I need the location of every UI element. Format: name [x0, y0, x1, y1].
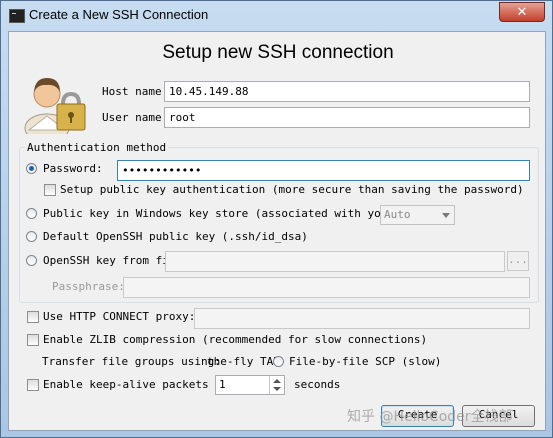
http-proxy-label: Use HTTP CONNECT proxy: [43, 310, 196, 323]
title-bar[interactable]: Create a New SSH Connection ✕ [1, 1, 553, 31]
http-proxy-input[interactable] [194, 308, 530, 329]
keystore-select-value: Auto [384, 208, 411, 221]
password-radio[interactable] [26, 163, 37, 174]
openssh-file-radio[interactable] [26, 255, 37, 266]
browse-button[interactable]: ... [507, 251, 529, 271]
zlib-label: Enable ZLIB compression (recommended for… [43, 333, 428, 346]
terminal-app-icon [9, 9, 25, 23]
user-name-label: User name: [102, 111, 169, 124]
dialog-body: Setup new SSH connection Host name: 10.4… [8, 31, 546, 431]
host-name-label: Host name: [102, 85, 169, 98]
http-proxy-checkbox[interactable] [27, 311, 39, 323]
spinner-arrows[interactable] [269, 376, 284, 394]
transfer-scp-radio[interactable] [273, 356, 284, 367]
default-openssh-radio[interactable] [26, 231, 37, 242]
watermark-text: 知乎 @HelloCoder全栈部 [347, 409, 513, 425]
transfer-label: Transfer file groups using: [42, 355, 221, 368]
spin-up-icon[interactable] [273, 379, 281, 383]
user-name-input[interactable]: root [164, 107, 530, 128]
passphrase-input[interactable] [123, 277, 530, 298]
host-name-input[interactable]: 10.45.149.88 [164, 81, 530, 102]
user-lock-icon [24, 78, 86, 134]
seconds-label: seconds [294, 378, 341, 391]
close-button[interactable]: ✕ [499, 2, 545, 22]
password-input[interactable]: •••••••••••• [117, 160, 530, 181]
keepalive-checkbox[interactable] [27, 379, 39, 391]
openssh-file-input[interactable] [165, 251, 505, 272]
dialog-heading: Setup new SSH connection [162, 42, 394, 63]
keepalive-label: Enable keep-alive packets eve [43, 378, 215, 391]
transfer-fly-label[interactable]: the-fly TAR [207, 355, 280, 368]
keepalive-spinner[interactable]: 1 [215, 375, 285, 395]
setup-pubkey-label: Setup public key authentication (more se… [60, 183, 524, 196]
transfer-scp-label: File-by-file SCP (slow) [289, 355, 442, 368]
default-openssh-label: Default OpenSSH public key (.ssh/id_dsa) [43, 230, 308, 243]
keepalive-value: 1 [219, 378, 226, 391]
authentication-legend: Authentication method [25, 141, 169, 154]
password-label: Password: [43, 162, 103, 175]
passphrase-label: Passphrase: [52, 280, 125, 293]
spin-down-icon[interactable] [273, 387, 281, 391]
windows-keystore-label: Public key in Windows key store (associa… [43, 207, 380, 220]
chevron-down-icon [442, 213, 450, 218]
dialog-window: Create a New SSH Connection ✕ Setup new … [0, 0, 553, 438]
window-title: Create a New SSH Connection [29, 7, 209, 22]
zlib-checkbox[interactable] [27, 334, 39, 346]
setup-pubkey-checkbox[interactable] [44, 184, 56, 196]
windows-keystore-radio[interactable] [26, 208, 37, 219]
keystore-select[interactable]: Auto [380, 205, 455, 225]
